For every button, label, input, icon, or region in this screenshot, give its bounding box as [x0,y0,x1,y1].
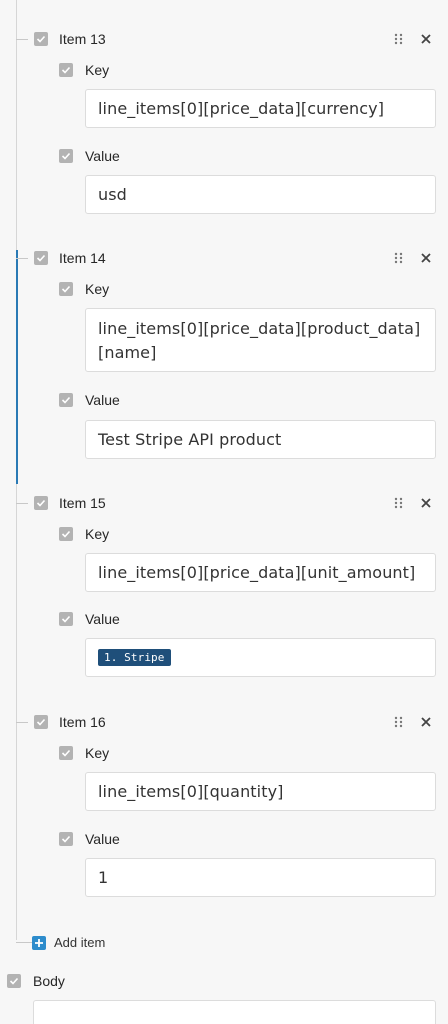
item-14-key-input[interactable]: line_items[0][price_data][product_data][… [85,308,436,372]
item-13-value-input[interactable]: usd [85,175,436,214]
value-label: Value [85,611,120,627]
remove-item-icon[interactable] [419,251,433,265]
value-label: Value [85,148,120,164]
tree-connector [16,722,28,723]
item-16-value-checkbox[interactable] [59,832,73,846]
item-13-key-input[interactable]: line_items[0][price_data][currency] [85,89,436,128]
remove-item-icon[interactable] [419,715,433,729]
item-14-title: Item 14 [59,250,106,266]
add-item-label: Add item [54,935,106,950]
item-14-value-input[interactable]: Test Stripe API product [85,420,436,459]
mapped-variable-token[interactable]: 1. Stripe [98,649,171,666]
key-label: Key [85,62,110,78]
item-16-title: Item 16 [59,714,106,730]
body-label: Body [33,973,65,989]
drag-handle-icon[interactable] [392,32,406,46]
item-15-title: Item 15 [59,495,106,511]
active-item-indicator [16,250,18,484]
item-16-key-checkbox[interactable] [59,746,73,760]
item-13-checkbox[interactable] [34,32,48,46]
tree-connector [16,942,32,943]
drag-handle-icon[interactable] [392,251,406,265]
item-16-checkbox[interactable] [34,715,48,729]
item-15-key-checkbox[interactable] [59,527,73,541]
item-13-value-checkbox[interactable] [59,149,73,163]
key-label: Key [85,281,110,297]
item-15-value-checkbox[interactable] [59,612,73,626]
item-14-value-checkbox[interactable] [59,393,73,407]
item-15-value-input[interactable]: 1. Stripe [85,638,436,677]
item-15-checkbox[interactable] [34,496,48,510]
remove-item-icon[interactable] [419,32,433,46]
key-value-editor: Item 13 Key line_items[0][price_data][cu… [0,0,448,1024]
plus-icon [32,935,46,950]
item-14-key-checkbox[interactable] [59,282,73,296]
drag-handle-icon[interactable] [392,715,406,729]
drag-handle-icon[interactable] [392,496,406,510]
tree-connector [16,503,28,504]
body-checkbox[interactable] [7,974,21,988]
item-14-checkbox[interactable] [34,251,48,265]
body-input[interactable] [33,1000,436,1024]
key-label: Key [85,526,110,542]
add-item-button[interactable]: Add item [32,935,105,950]
key-label: Key [85,745,110,761]
item-13-title: Item 13 [59,31,106,47]
item-15-key-input[interactable]: line_items[0][price_data][unit_amount] [85,553,436,592]
value-label: Value [85,831,120,847]
item-13-key-checkbox[interactable] [59,63,73,77]
remove-item-icon[interactable] [419,496,433,510]
tree-connector [16,258,28,259]
tree-connector [16,39,28,40]
item-16-value-input[interactable]: 1 [85,858,436,897]
value-label: Value [85,392,120,408]
item-16-key-input[interactable]: line_items[0][quantity] [85,772,436,811]
